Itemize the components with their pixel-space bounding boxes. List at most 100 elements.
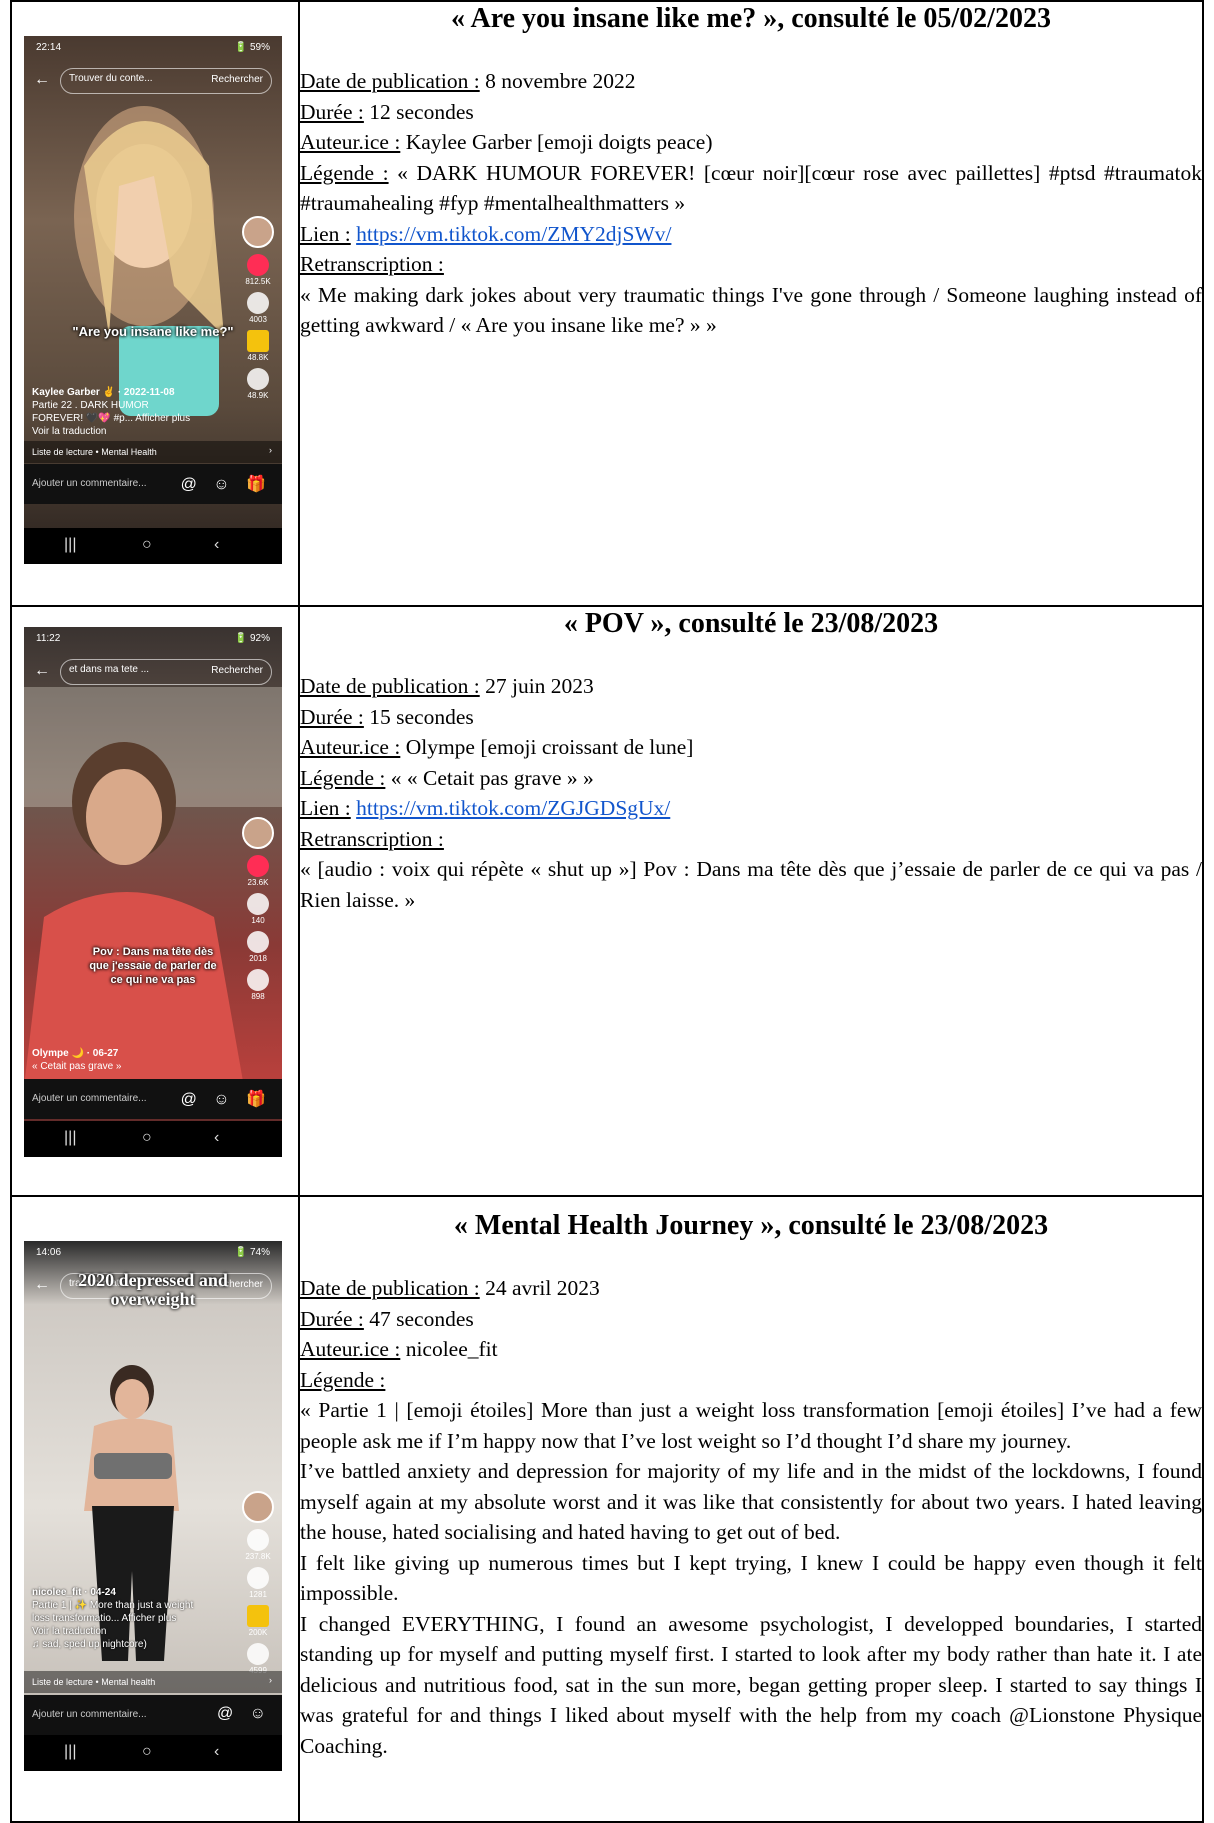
share-count: 898 [251, 992, 265, 1001]
publication-date: Date de publication : 8 novembre 2022 [300, 66, 1202, 97]
chevron-right-icon: › [269, 1675, 272, 1685]
field-label: Durée : [300, 99, 364, 124]
video-meta: nicolee_fit · 04-24 Partie 1 | ✨ More th… [32, 1586, 193, 1651]
field-label: Lien : [300, 221, 351, 246]
description-cell: « Are you insane like me? », consulté le… [298, 0, 1204, 607]
translate-link[interactable]: Voir la traduction [32, 425, 190, 438]
transcript-heading: Retranscription : [300, 249, 1202, 280]
comment-icon[interactable] [247, 292, 269, 314]
field-value: 8 novembre 2022 [479, 69, 636, 93]
caption-paragraph: I’ve battled anxiety and depression for … [300, 1459, 1202, 1544]
heart-icon[interactable] [247, 1529, 269, 1551]
like-count: 237.8K [245, 1552, 271, 1561]
comment-input[interactable]: Ajouter un commentaire... [32, 1093, 147, 1104]
duration: Durée : 15 secondes [300, 702, 1202, 733]
caption-line: « Cetait pas grave » [32, 1061, 122, 1072]
comment-input[interactable]: Ajouter un commentaire... [32, 478, 147, 489]
author: Auteur.ice : nicolee_fit [300, 1334, 1202, 1365]
playlist-bar[interactable]: Liste de lecture • Mental Health › [24, 441, 282, 463]
comment-count: 4003 [249, 315, 267, 324]
video-meta: Kaylee Garber ✌ · 2022-11-08 Partie 22 .… [32, 386, 190, 438]
author-line[interactable]: nicolee_fit · 04-24 [32, 1586, 193, 1599]
home-icon[interactable]: ○ [142, 536, 152, 554]
field-label: Date de publication : [300, 1276, 480, 1300]
caption-line[interactable]: loss transformatio... Afficher plus [32, 1612, 193, 1625]
duration: Durée : 47 secondes [300, 1304, 1202, 1335]
caption-line: Partie 1 | ✨ More than just a weight [32, 1600, 194, 1611]
field-value: 27 juin 2023 [479, 674, 594, 698]
comment-count: 1281 [249, 1590, 267, 1599]
caption-line[interactable]: FOREVER! 🖤💖 #p... Afficher plus [32, 412, 190, 425]
tiktok-screenshot: 14:06 🔋 74% ← transformation Rechercher … [24, 1241, 282, 1771]
caption: Légende : « DARK HUMOUR FOREVER! [cœur n… [300, 158, 1202, 219]
author-line[interactable]: Kaylee Garber ✌ · 2022-11-08 [32, 386, 190, 399]
field-value: Kaylee Garber [emoji doigts peace) [400, 130, 713, 154]
home-icon[interactable]: ○ [142, 1129, 152, 1147]
field-value: « « Cetait pas grave » » [385, 765, 594, 790]
field-label: Retranscription : [300, 826, 444, 851]
comment-bar: Ajouter un commentaire... @ ☺ 🎁 [24, 1079, 282, 1119]
recent-apps-icon[interactable]: ||| [64, 1743, 76, 1761]
caption-paragraph: I felt like giving up numerous times but… [300, 1550, 1202, 1606]
comment-bar: Ajouter un commentaire... @ ☺ 🎁 [24, 464, 282, 504]
sound-line[interactable]: ♫ sad, sped up nightcore) [32, 1638, 193, 1651]
entry-title: « Are you insane like me? », consulté le… [451, 3, 1051, 34]
transcript-heading: Retranscription : [300, 824, 1202, 855]
link: Lien : https://vm.tiktok.com/ZGJGDSgUx/ [300, 793, 1202, 824]
android-nav-bar: ||| ○ ‹ [24, 1735, 282, 1771]
playlist-label: Liste de lecture • Mental health [32, 1677, 156, 1687]
field-label: Durée : [300, 1306, 364, 1331]
back-icon[interactable]: ‹ [214, 536, 219, 554]
duration: Durée : 12 secondes [300, 97, 1202, 128]
entry-title: « Mental Health Journey », consulté le 2… [453, 1210, 1049, 1241]
author-line[interactable]: Olympe 🌙 · 06-27 [32, 1047, 122, 1060]
bookmark-count: 200K [248, 1628, 268, 1637]
field-label: Auteur.ice : [300, 735, 401, 759]
field-label: Légende : [300, 1367, 386, 1392]
action-rail: 237.8K 1281 200K 4599 [242, 1491, 274, 1675]
entries-table: 22:14 🔋 59% ← Trouver du conte... Recher… [10, 0, 1204, 1823]
comment-input[interactable]: Ajouter un commentaire... [32, 1709, 147, 1720]
screenshot-cell: 22:14 🔋 59% ← Trouver du conte... Recher… [10, 0, 300, 607]
home-icon[interactable]: ○ [142, 1743, 152, 1761]
tiktok-link[interactable]: https://vm.tiktok.com/ZMY2djSWv/ [356, 222, 671, 246]
field-value: 15 secondes [363, 704, 474, 729]
recent-apps-icon[interactable]: ||| [64, 1129, 76, 1147]
heart-icon[interactable] [247, 254, 269, 276]
field-label: Légende : [300, 765, 386, 790]
comment-tools-icon[interactable]: @ ☺ [217, 1705, 272, 1723]
field-label: Légende : [300, 160, 389, 185]
field-label: Date de publication : [300, 674, 480, 698]
recent-apps-icon[interactable]: ||| [64, 536, 76, 554]
tiktok-screenshot: 11:22 🔋 92% ← et dans ma tete ... Recher… [24, 627, 282, 1157]
entry-title: « POV », consulté le 23/08/2023 [563, 608, 939, 639]
field-value: 24 avril 2023 [479, 1276, 600, 1300]
back-icon[interactable]: ‹ [214, 1743, 219, 1761]
share-icon[interactable] [247, 368, 269, 390]
screenshot-cell: 11:22 🔋 92% ← et dans ma tete ... Recher… [10, 605, 300, 1197]
share-icon[interactable] [247, 1643, 269, 1665]
bookmark-icon[interactable] [247, 1605, 269, 1627]
heart-icon[interactable] [247, 855, 269, 877]
comment-tools-icon[interactable]: @ ☺ 🎁 [181, 474, 272, 494]
description-cell: « POV », consulté le 23/08/2023 Date de … [298, 605, 1204, 1197]
comment-icon[interactable] [247, 893, 269, 915]
caption-line: Partie 22 . DARK HUMOR [32, 400, 149, 411]
transcript-text: « [audio : voix qui répète « shut up »] … [300, 857, 1202, 912]
field-label: Date de publication : [300, 69, 480, 93]
playlist-bar[interactable]: Liste de lecture • Mental health › [24, 1671, 282, 1693]
comment-icon[interactable] [247, 1567, 269, 1589]
field-label: Lien : [300, 796, 351, 820]
field-label: Auteur.ice : [300, 1337, 401, 1361]
translate-link[interactable]: Voir la traduction [32, 1625, 193, 1638]
comment-tools-icon[interactable]: @ ☺ 🎁 [181, 1089, 272, 1109]
avatar[interactable] [242, 216, 274, 248]
avatar[interactable] [242, 1491, 274, 1523]
caption-paragraph: « Partie 1 | [emoji étoiles] More than j… [300, 1398, 1202, 1453]
back-icon[interactable]: ‹ [214, 1129, 219, 1147]
field-value: Olympe [emoji croissant de lune] [400, 735, 694, 759]
tiktok-link[interactable]: https://vm.tiktok.com/ZGJGDSgUx/ [356, 796, 670, 820]
publication-date: Date de publication : 27 juin 2023 [300, 671, 1202, 702]
field-value: 47 secondes [363, 1306, 474, 1331]
avatar[interactable] [242, 817, 274, 849]
